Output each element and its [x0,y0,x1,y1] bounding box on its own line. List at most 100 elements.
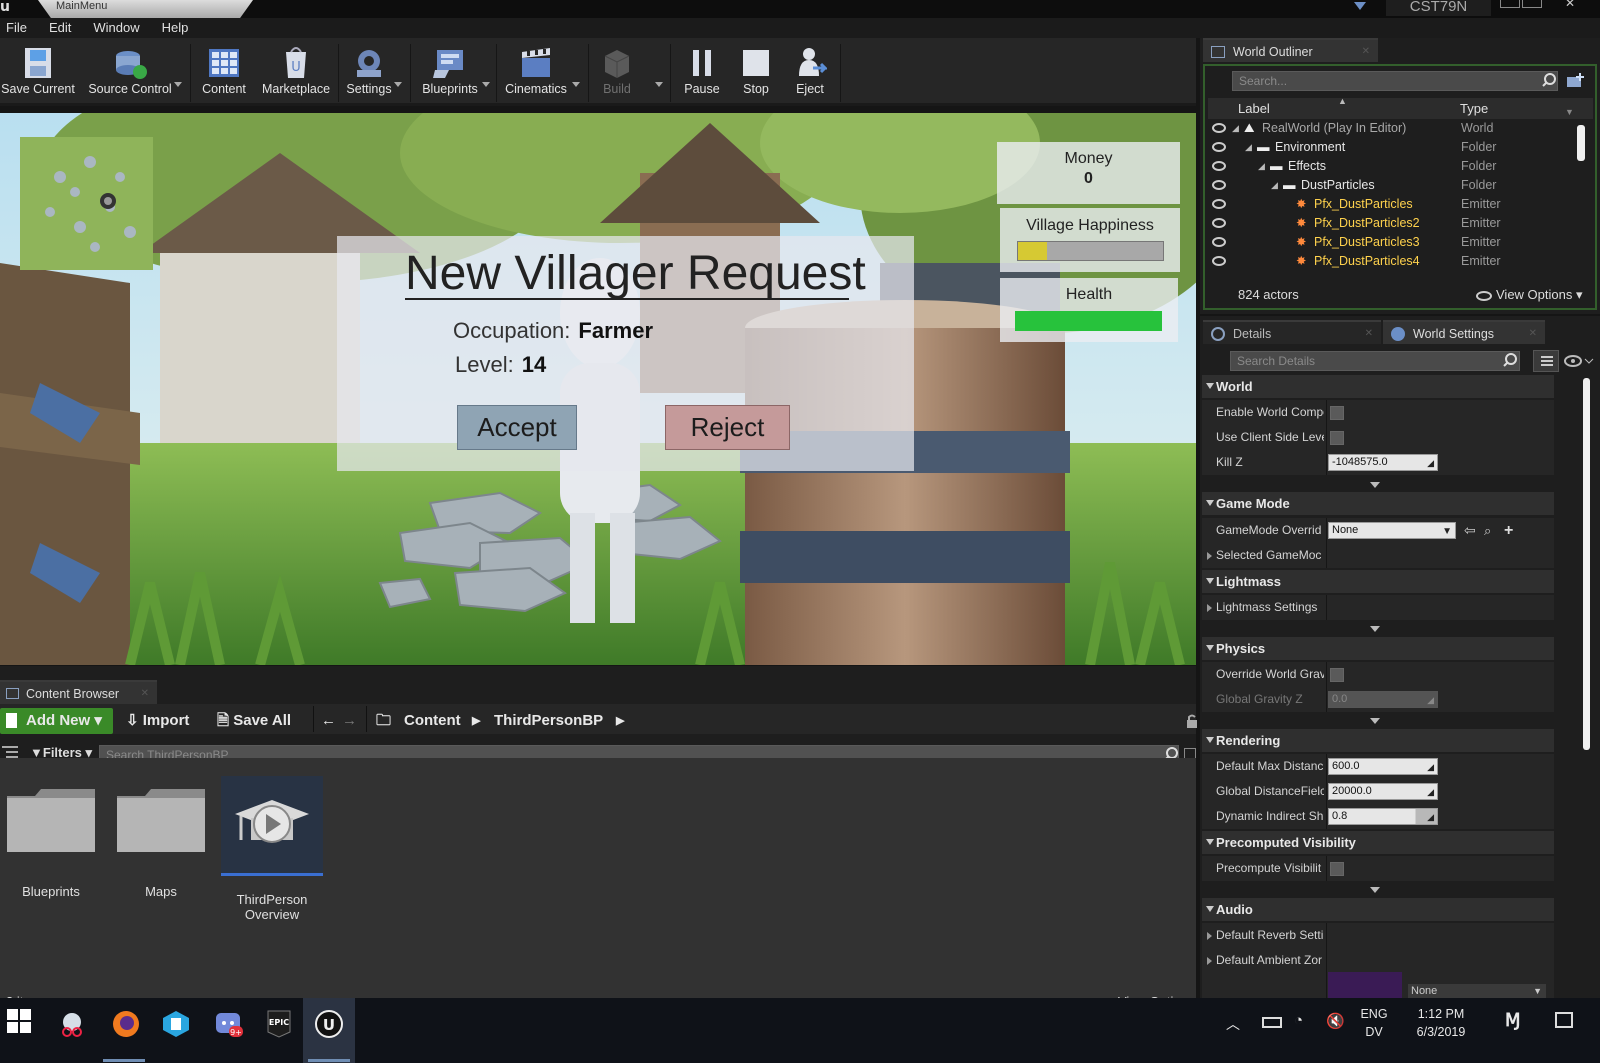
tab-world-settings[interactable]: World Settings ✕ [1383,320,1545,344]
accept-button[interactable]: Accept [457,405,577,450]
close-window-button[interactable]: ✕ [1555,0,1585,10]
global-distance-field-field[interactable]: 20000.0 ◢ [1328,783,1438,800]
outliner-view-options[interactable]: View Options ▾ [1476,287,1583,303]
clock[interactable]: 1:12 PM 6/3/2019 [1406,1005,1476,1041]
use-client-side-checkbox[interactable] [1330,431,1344,445]
forward-button[interactable]: → [342,708,357,734]
visibility-eye-icon[interactable] [1212,142,1226,152]
menu-window[interactable]: Window [87,18,147,38]
menu-file[interactable]: File [0,18,35,38]
eject-button[interactable]: Eject [788,42,832,102]
category-precomputed-visibility[interactable]: Precomputed Visibility [1202,831,1554,854]
expand-arrow-icon[interactable]: ◢ [1245,138,1252,157]
breadcrumb-arrow-icon[interactable]: ▶ [616,708,624,734]
battery-icon[interactable] [1262,1017,1282,1028]
breadcrumb-content[interactable]: Content [404,708,461,734]
category-audio[interactable]: Audio [1202,898,1554,921]
settings-dropdown[interactable] [394,82,402,87]
property-matrix-button[interactable] [1533,350,1559,372]
lightmass-advanced-expander[interactable] [1370,626,1380,632]
level-tab[interactable]: MainMenu [38,0,253,18]
prop-lightmass-settings[interactable]: Lightmass Settings [1202,595,1554,620]
outliner-scrollbar[interactable] [1577,125,1585,161]
build-dropdown[interactable] [655,82,663,87]
category-lightmass[interactable]: Lightmass [1202,570,1554,593]
save-all-button[interactable]: 🗎 Save All [217,708,291,734]
details-scrollbar[interactable] [1583,378,1590,750]
column-label[interactable]: Label [1238,98,1270,119]
menu-edit[interactable]: Edit [43,18,79,38]
maximize-button[interactable] [1522,0,1542,8]
category-game-mode[interactable]: Game Mode [1202,492,1554,515]
outliner-row[interactable]: ◢ ▬ DustParticles Folder [1210,176,1560,195]
physics-advanced-expander[interactable] [1370,718,1380,724]
details-search-input[interactable]: Search Details [1230,351,1520,371]
use-selected-arrow-icon[interactable]: ⇦ [1464,518,1476,543]
wifi-icon[interactable]: ◔ [1294,1012,1303,1029]
asset-thirdperson-overview[interactable]: ThirdPerson Overview [221,776,323,922]
global-gravity-field[interactable]: 0.0 ◢ [1328,691,1438,708]
close-tab-icon[interactable]: ✕ [1529,322,1537,346]
windows-start-icon[interactable] [7,1009,31,1033]
asset-folder-maps[interactable]: Maps [115,786,207,899]
notification-icon[interactable] [1352,0,1368,12]
dynamic-indirect-slider[interactable]: 0.8 ◢ [1328,808,1438,825]
expand-arrow-icon[interactable]: ◢ [1271,176,1278,195]
reject-button[interactable]: Reject [665,405,790,450]
marketplace-button[interactable]: U Marketplace [258,42,334,102]
prop-selected-gamemode[interactable]: Selected GameMoc [1202,543,1554,568]
lock-icon[interactable] [1186,714,1200,728]
close-tab-icon[interactable]: ✕ [1362,40,1370,64]
browse-icon[interactable]: ⌕ [1484,518,1491,543]
visibility-eye-icon[interactable] [1212,161,1226,171]
cinematics-dropdown[interactable] [572,82,580,87]
kill-z-field[interactable]: -1048575.0 ◢ [1328,454,1438,471]
outliner-row[interactable]: ◢ ⛰ RealWorld (Play In Editor) World [1210,119,1560,138]
category-physics[interactable]: Physics [1202,637,1554,660]
settings-button[interactable]: Settings [342,42,396,102]
cinematics-button[interactable]: Cinematics [500,42,572,102]
visibility-eye-icon[interactable] [1212,199,1226,209]
precompute-visibility-checkbox[interactable] [1330,862,1344,876]
type-dropdown-icon[interactable]: ▼ [1565,102,1574,123]
default-max-distance-field[interactable]: 600.0 ◢ [1328,758,1438,775]
visibility-eye-icon[interactable] [1212,180,1226,190]
outliner-row[interactable]: ✸ Pfx_DustParticles4 Emitter [1210,252,1560,271]
blueprints-dropdown[interactable] [482,82,490,87]
meet-now-icon[interactable]: Ɱ [1505,1010,1521,1031]
outliner-row[interactable]: ✸ Pfx_DustParticles Emitter [1210,195,1560,214]
outliner-row[interactable]: ◢ ▬ Environment Folder [1210,138,1560,157]
details-view-options-icon[interactable] [1563,355,1595,367]
epic-games-icon[interactable]: EPIC [265,1010,293,1038]
language-indicator[interactable]: ENG DV [1357,1005,1391,1041]
outliner-row[interactable]: ✸ Pfx_DustParticles3 Emitter [1210,233,1560,252]
prop-default-ambient[interactable]: Default Ambient Zor None ▼ [1202,948,1554,998]
sources-panel-icon[interactable] [2,745,18,759]
notifications-icon[interactable] [1555,1012,1573,1028]
snipping-tool-icon[interactable] [58,1010,86,1038]
blueprints-button[interactable]: Blueprints [416,42,484,102]
build-button[interactable]: Build [594,42,640,102]
pause-button[interactable]: Pause [678,42,726,102]
world-advanced-expander[interactable] [1370,482,1380,488]
add-icon[interactable]: + [1504,518,1513,543]
firefox-icon[interactable] [112,1010,140,1038]
prop-default-reverb[interactable]: Default Reverb Setti [1202,923,1554,948]
precomputed-advanced-expander[interactable] [1370,887,1380,893]
breadcrumb-thirdpersonbp[interactable]: ThirdPersonBP [494,708,603,734]
source-control-dropdown[interactable] [174,82,182,87]
app-blue-icon[interactable] [162,1010,190,1038]
visibility-eye-icon[interactable] [1212,256,1226,266]
source-control-button[interactable]: Source Control [84,42,176,102]
gamemode-override-select[interactable]: None ▼ [1328,522,1456,539]
expand-arrow-icon[interactable]: ◢ [1232,119,1239,138]
breadcrumb-arrow-icon[interactable]: ▶ [472,708,480,734]
column-type[interactable]: Type [1460,98,1488,119]
create-folder-icon[interactable] [1566,72,1586,88]
outliner-row[interactable]: ◢ ▬ Effects Folder [1210,157,1560,176]
show-hidden-icons[interactable]: ︿ [1226,1014,1240,1034]
category-world[interactable]: World [1202,375,1554,398]
ambient-asset-thumbnail[interactable] [1328,972,1402,998]
enable-world-composition-checkbox[interactable] [1330,406,1344,420]
minimize-button[interactable] [1500,0,1520,8]
